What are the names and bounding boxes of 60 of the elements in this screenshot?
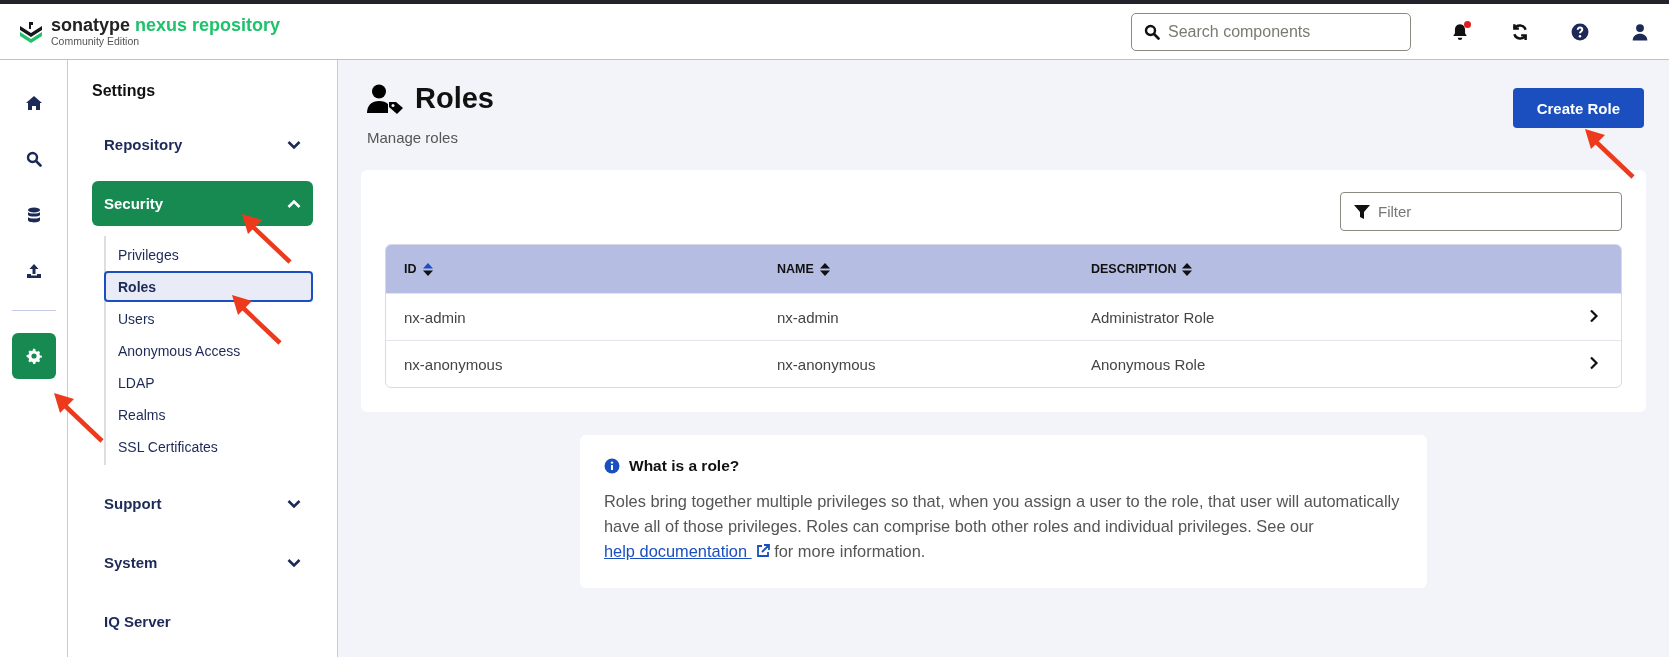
table-cell: nx-admin xyxy=(386,293,759,340)
chevron-right-icon xyxy=(1589,308,1599,323)
chevron-down-icon xyxy=(287,557,301,568)
nav-item[interactable]: Realms xyxy=(104,399,313,430)
nav-item[interactable]: SSL Certificates xyxy=(104,431,313,462)
search-icon xyxy=(25,151,42,167)
sort-icon[interactable] xyxy=(819,262,830,276)
home-icon xyxy=(25,95,42,111)
search-field[interactable]: Search components xyxy=(1131,12,1411,51)
page-subtitle: Manage roles xyxy=(367,129,459,146)
brand-name: sonatype xyxy=(51,15,131,35)
edition-label: Community Edition xyxy=(51,35,141,47)
chevron-down-icon xyxy=(287,498,301,509)
sort-icon[interactable] xyxy=(1182,262,1193,276)
annotation-arrow xyxy=(230,293,282,345)
annotation-arrow xyxy=(1582,127,1635,179)
nav-section[interactable]: IQ Server xyxy=(92,599,313,644)
upload-icon xyxy=(25,263,42,279)
external-link-icon xyxy=(755,544,770,558)
table-row[interactable]: nx-admin nx-admin Administrator Role xyxy=(386,293,1621,340)
gear-icon xyxy=(25,348,42,364)
chevron-right-icon xyxy=(1589,355,1599,370)
nav-item[interactable]: Anonymous Access xyxy=(104,335,313,366)
nav-item[interactable]: Privileges xyxy=(104,239,313,270)
annotation-arrow xyxy=(51,391,104,443)
logo-icon xyxy=(19,19,43,44)
nav-item[interactable]: Roles xyxy=(104,271,313,302)
column-header[interactable]: ID xyxy=(386,245,759,293)
page-title: Roles xyxy=(415,82,494,115)
info-icon xyxy=(604,458,620,474)
chevron-down-icon xyxy=(287,139,301,150)
column-header[interactable]: NAME xyxy=(759,245,1073,293)
filter-icon xyxy=(1354,203,1370,220)
nav-section[interactable]: System xyxy=(92,540,313,585)
chevron-up-icon xyxy=(287,198,301,209)
database-icon xyxy=(25,207,42,223)
nav-section[interactable]: Security xyxy=(92,181,313,226)
table-cell: nx-anonymous xyxy=(759,340,1073,387)
annotation-arrow xyxy=(240,212,292,264)
table-cell: Anonymous Role xyxy=(1073,340,1577,387)
sort-icon[interactable] xyxy=(422,262,433,276)
create-role-button[interactable]: Create Role xyxy=(1512,88,1644,128)
user-tag-icon xyxy=(367,83,405,114)
nav-item[interactable]: LDAP xyxy=(104,367,313,398)
table-cell: Administrator Role xyxy=(1073,293,1577,340)
table-cell: nx-admin xyxy=(759,293,1073,340)
nav-heading: Settings xyxy=(92,82,157,100)
info-title: What is a role? xyxy=(629,457,740,475)
column-header[interactable]: DESCRIPTION xyxy=(1073,245,1577,293)
search-icon xyxy=(1144,23,1160,40)
nav-section[interactable]: Repository xyxy=(92,122,313,167)
nav-section[interactable]: Support xyxy=(92,481,313,526)
table-row[interactable]: nx-anonymous nx-anonymous Anonymous Role xyxy=(386,340,1621,387)
help-documentation-link[interactable]: help documentation xyxy=(604,542,770,560)
table-cell: nx-anonymous xyxy=(386,340,759,387)
settings-nav-button[interactable] xyxy=(11,333,56,379)
product-name: nexus repository xyxy=(135,15,281,35)
filter-field[interactable]: Filter xyxy=(1340,192,1622,231)
info-text: Roles bring together multiple privileges so that, when you assign a user to the role, that user will automatically have all of those privileges. Roles can comprise both other roles and individual privileges. See our help documentation for more information. xyxy=(604,491,1401,562)
nav-item[interactable]: Users xyxy=(104,303,313,334)
